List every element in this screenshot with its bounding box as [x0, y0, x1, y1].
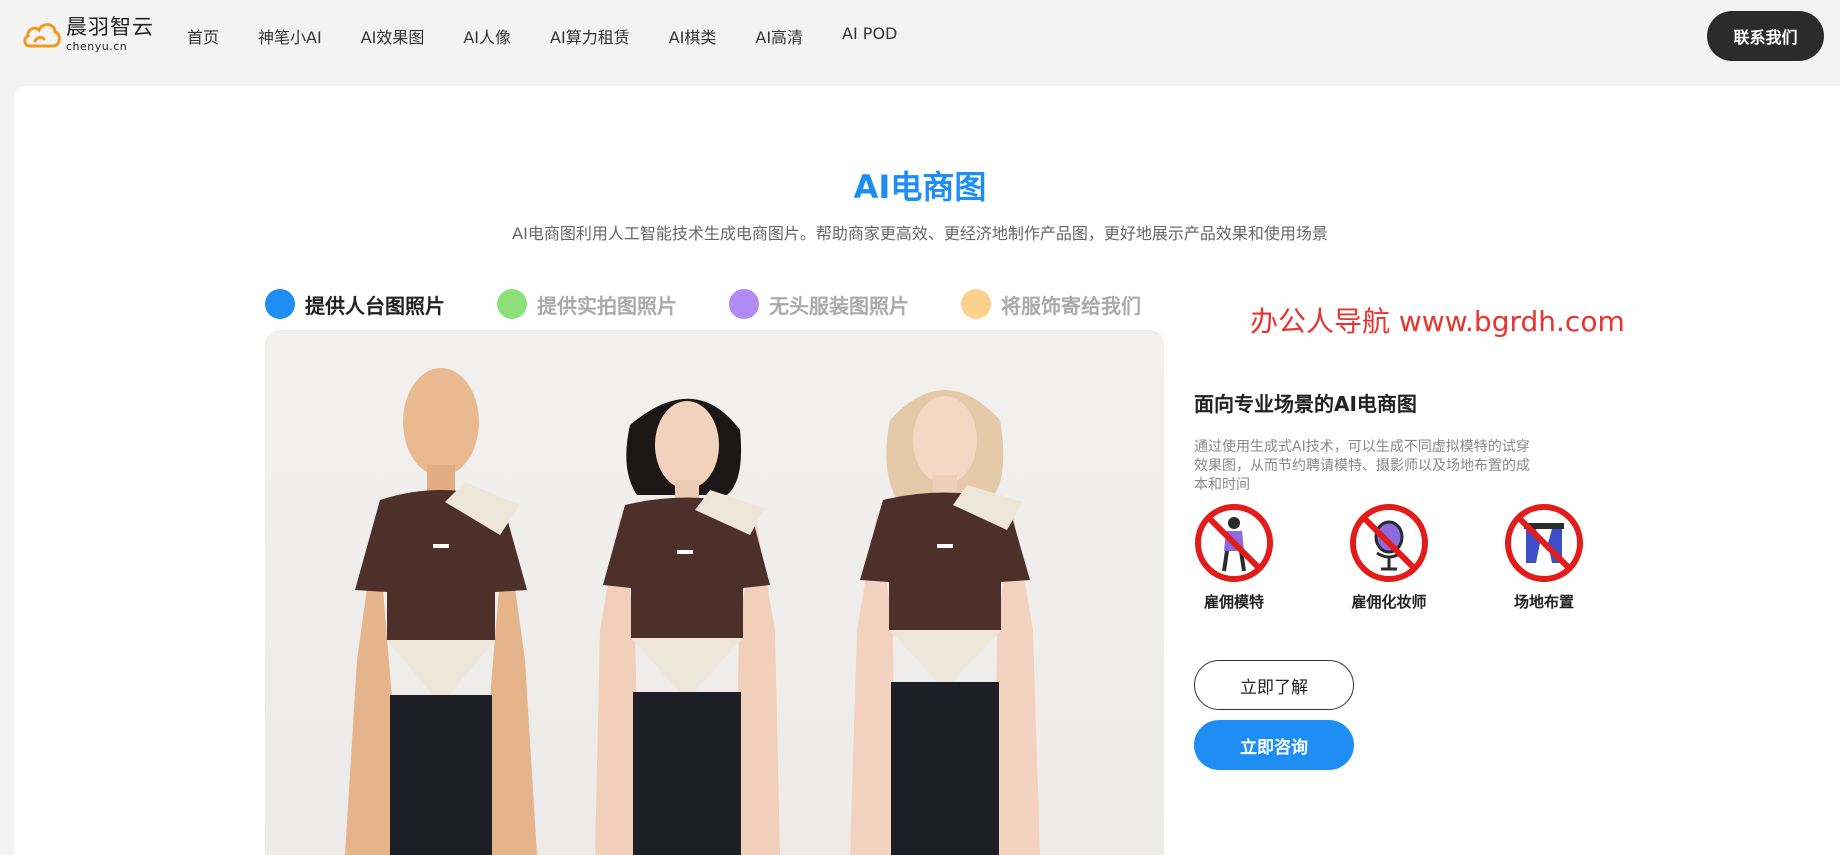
feature-title: 面向专业场景的AI电商图: [1194, 392, 1417, 416]
no-model-icon: [1195, 504, 1273, 582]
feature-description: 通过使用生成式AI技术，可以生成不同虚拟模特的试穿效果图，从而节约聘请模特、摄影…: [1194, 439, 1530, 493]
learn-more-button[interactable]: 立即了解: [1194, 660, 1354, 710]
brand-logo[interactable]: 晨羽智云 chenyu.cn: [22, 17, 154, 52]
saving-item-makeup-artist: 雇佣化妆师: [1349, 503, 1504, 612]
tab-dot-icon: [729, 289, 759, 319]
tab-label: 提供人台图照片: [305, 293, 445, 318]
showcase-image: [265, 330, 1164, 855]
mannequin-figure: [345, 368, 537, 855]
saving-label: 雇佣化妆师: [1351, 593, 1427, 611]
nav-item-ai-portrait[interactable]: AI人像: [463, 24, 511, 48]
tab-label: 无头服装图照片: [769, 293, 909, 318]
saving-label: 雇佣模特: [1203, 593, 1264, 611]
model-figure-1: [595, 398, 780, 855]
nav-item-ai-rendering[interactable]: AI效果图: [361, 24, 425, 48]
nav-item-home[interactable]: 首页: [187, 24, 219, 48]
tab-mannequin-photo[interactable]: 提供人台图照片: [265, 289, 445, 319]
saving-item-model: 雇佣模特: [1194, 503, 1349, 612]
tab-label: 将服饰寄给我们: [1001, 293, 1141, 318]
tab-dot-icon: [961, 289, 991, 319]
savings-icons: 雇佣模特 雇佣化妆师 场地布置: [1194, 503, 1659, 612]
main-nav: 首页 神笔小AI AI效果图 AI人像 AI算力租赁 AI棋类 AI高清 AI …: [187, 24, 936, 48]
saving-item-venue: 场地布置: [1504, 503, 1659, 612]
tab-dot-icon: [265, 289, 295, 319]
top-header: 晨羽智云 chenyu.cn 首页 神笔小AI AI效果图 AI人像 AI算力租…: [0, 0, 1840, 74]
model-comparison-illustration: [345, 368, 1040, 855]
tab-headless-garment-photo[interactable]: 无头服装图照片: [729, 289, 909, 319]
page-subtitle: AI电商图利用人工智能技术生成电商图片。帮助商家更高效、更经济地制作产品图，更好…: [512, 224, 1328, 243]
watermark-text: 办公人导航 www.bgrdh.com: [1250, 305, 1625, 338]
nav-item-ai-compute[interactable]: AI算力租赁: [550, 24, 630, 48]
consult-now-button[interactable]: 立即咨询: [1194, 720, 1354, 770]
nav-item-ai-hd[interactable]: AI高清: [755, 24, 803, 48]
contact-us-button[interactable]: 联系我们: [1707, 11, 1824, 61]
tab-real-photo[interactable]: 提供实拍图照片: [497, 289, 677, 319]
page-title: AI电商图: [853, 168, 987, 206]
cloud-logo-icon: [23, 22, 61, 47]
tab-label: 提供实拍图照片: [537, 293, 677, 318]
saving-label: 场地布置: [1513, 593, 1574, 611]
tab-dot-icon: [497, 289, 527, 319]
no-makeup-artist-icon: [1350, 504, 1428, 582]
nav-item-ai-pod[interactable]: AI POD: [842, 24, 897, 48]
nav-item-shenbi[interactable]: 神笔小AI: [258, 24, 322, 48]
brand-domain: chenyu.cn: [66, 40, 128, 53]
input-type-tabs: 提供人台图照片 提供实拍图照片 无头服装图照片 将服饰寄给我们: [265, 289, 1193, 319]
model-figure-2: [850, 390, 1040, 855]
tab-mail-garment[interactable]: 将服饰寄给我们: [961, 289, 1141, 319]
brand-name: 晨羽智云: [66, 15, 154, 39]
no-venue-icon: [1505, 504, 1583, 582]
nav-item-ai-chess[interactable]: AI棋类: [669, 24, 717, 48]
